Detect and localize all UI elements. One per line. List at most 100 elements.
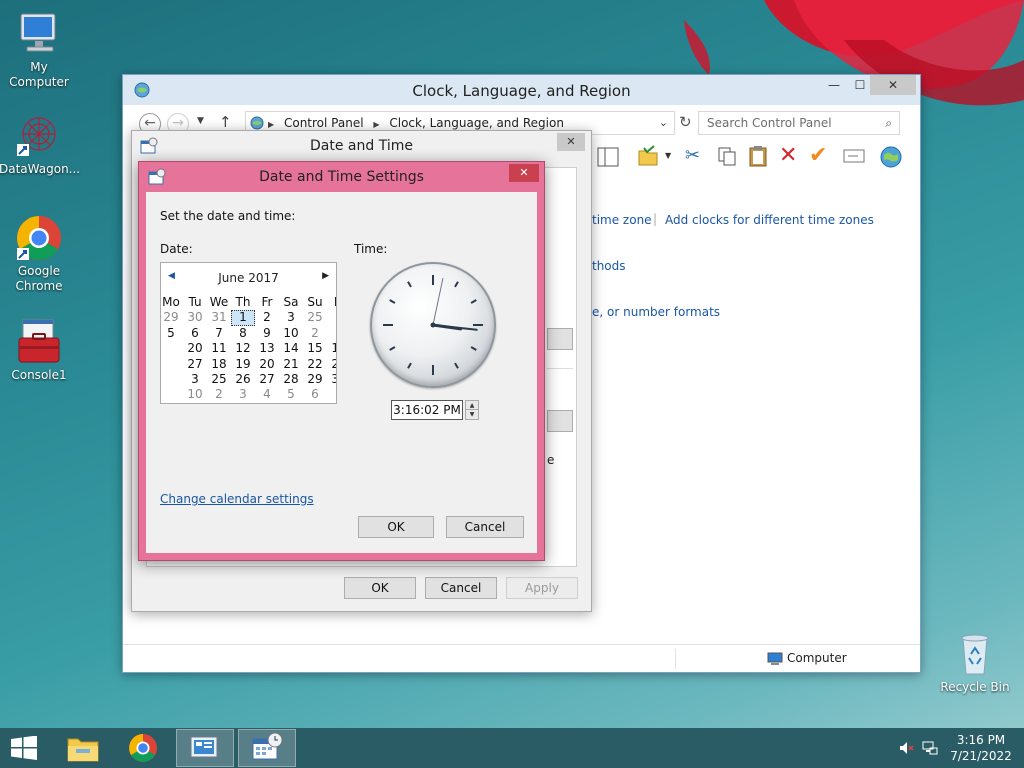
desktop-icon-google-chrome[interactable]: Google Chrome [0, 214, 79, 294]
taskbar-control-panel[interactable] [176, 729, 234, 767]
toolbar-dropdown-icon[interactable]: ▼ [665, 151, 671, 160]
date-time-apply-button[interactable]: Apply [506, 577, 578, 599]
calendar-day[interactable]: 10 [183, 387, 207, 402]
calendar-day[interactable]: 27 [183, 357, 207, 372]
calendar-day[interactable]: 25 [207, 372, 231, 387]
calendar-day[interactable]: 6 [183, 326, 207, 341]
calendar-day[interactable] [161, 372, 183, 387]
link-change-time-zone-partial[interactable]: time zone [592, 213, 652, 227]
link-add-clocks[interactable]: Add clocks for different time zones [665, 213, 874, 227]
desktop-icon-datawagon[interactable]: DataWagon... [0, 112, 80, 177]
calendar-day[interactable]: 5 [161, 326, 183, 341]
calendar-day[interactable]: 26 [231, 372, 255, 387]
link-number-formats-partial[interactable]: e, or number formats [592, 305, 720, 319]
recent-locations-dropdown-icon[interactable]: ▼ [197, 116, 204, 126]
calendar-day[interactable]: 30 [183, 310, 207, 325]
settings-cancel-button[interactable]: Cancel [446, 516, 524, 538]
taskbar-chrome[interactable] [114, 729, 172, 767]
search-input[interactable]: Search Control Panel ⌕ [698, 111, 900, 135]
paste-icon[interactable] [747, 145, 769, 170]
time-spinner[interactable]: ▲ ▼ [465, 400, 479, 420]
copy-icon[interactable] [717, 146, 737, 169]
calendar-day[interactable]: 13 [255, 341, 279, 356]
calendar-day[interactable]: 8 [231, 326, 255, 341]
time-spinner-up-icon[interactable]: ▲ [466, 401, 478, 410]
minimize-button[interactable]: — [820, 75, 848, 95]
calendar-day[interactable]: 3 [279, 310, 303, 325]
calendar-day[interactable]: 11 [207, 341, 231, 356]
calendar-day[interactable]: 29 [161, 310, 183, 325]
desktop-icon-my-computer[interactable]: My Computer [0, 10, 79, 90]
network-icon[interactable] [922, 740, 938, 759]
calendar-day[interactable]: 28 [279, 372, 303, 387]
calendar-day[interactable] [161, 357, 183, 372]
desktop-icon-console1[interactable]: Console1 [0, 318, 79, 383]
globe-icon[interactable] [879, 145, 903, 172]
rename-icon[interactable] [843, 149, 865, 166]
calendar-day[interactable]: 20 [255, 357, 279, 372]
start-button[interactable] [10, 735, 38, 760]
calendar-day[interactable]: 14 [279, 341, 303, 356]
calendar-day[interactable]: 2 [207, 387, 231, 402]
calendar-day[interactable] [161, 387, 183, 402]
delete-icon[interactable]: ✕ [779, 143, 797, 168]
calendar-day[interactable]: 9 [255, 326, 279, 341]
calendar-day[interactable]: 21 [279, 357, 303, 372]
calendar-day[interactable]: 7 [327, 387, 336, 402]
breadcrumb-item-control-panel[interactable]: Control Panel [284, 116, 364, 130]
calendar-day[interactable]: 12 [231, 341, 255, 356]
volume-muted-icon[interactable] [898, 740, 914, 759]
taskbar-clock[interactable]: 3:16 PM 7/21/2022 [948, 732, 1014, 764]
calendar-day[interactable]: 31 [207, 310, 231, 325]
calendar-day[interactable] [327, 326, 336, 341]
calendar-day[interactable]: 4 [255, 387, 279, 402]
calendar-day[interactable]: 2 [327, 310, 336, 325]
calendar-day[interactable]: 6 [303, 387, 327, 402]
date-time-cancel-button[interactable]: Cancel [425, 577, 497, 599]
calendar-day[interactable]: 30 [327, 372, 336, 387]
calendar-day[interactable]: 16 [327, 341, 336, 356]
date-time-ok-button[interactable]: OK [344, 577, 416, 599]
calendar-day[interactable]: 2 [303, 326, 327, 341]
settings-ok-button[interactable]: OK [358, 516, 434, 538]
properties-folder-icon[interactable] [637, 145, 659, 170]
calendar-day[interactable] [161, 341, 183, 356]
date-time-dialog-titlebar[interactable]: Date and Time ✕ [132, 131, 591, 160]
calendar-next-month-icon[interactable]: ▶ [322, 271, 329, 281]
desktop-icon-recycle-bin[interactable]: Recycle Bin [935, 630, 1015, 695]
up-arrow-icon[interactable]: ↑ [219, 113, 232, 131]
calendar-day[interactable]: 27 [255, 372, 279, 387]
calendar-day[interactable]: 15 [303, 341, 327, 356]
settings-dialog-close-button[interactable]: ✕ [509, 164, 539, 182]
checkmark-icon[interactable]: ✔ [809, 143, 827, 168]
calendar-day[interactable]: 19 [231, 357, 255, 372]
breadcrumb-dropdown-icon[interactable]: ⌄ [659, 112, 668, 134]
control-panel-titlebar[interactable]: Clock, Language, and Region — ☐ ✕ [123, 75, 920, 105]
calendar-day[interactable]: 5 [279, 387, 303, 402]
calendar-day[interactable]: 10 [279, 326, 303, 341]
time-spinner-down-icon[interactable]: ▼ [466, 410, 478, 419]
preview-pane-icon[interactable] [597, 147, 619, 170]
calendar-day[interactable]: 23 [327, 357, 336, 372]
taskbar-file-explorer[interactable] [54, 729, 112, 767]
calendar-day[interactable]: 20 [183, 341, 207, 356]
calendar-day[interactable]: 3 [231, 387, 255, 402]
calendar[interactable]: ◀ June 2017 ▶ MoTuWeThFrSaSuM29303112325… [160, 262, 337, 404]
calendar-day[interactable]: 18 [207, 357, 231, 372]
cut-icon[interactable]: ✂ [685, 145, 700, 166]
calendar-day[interactable]: 3 [183, 372, 207, 387]
calendar-day[interactable]: 7 [207, 326, 231, 341]
calendar-day[interactable]: 29 [303, 372, 327, 387]
time-input[interactable]: 3:16:02 PM [391, 400, 463, 420]
date-time-dialog-close-button[interactable]: ✕ [557, 133, 585, 151]
calendar-month-title[interactable]: June 2017 [161, 271, 336, 285]
refresh-icon[interactable]: ↻ [679, 113, 692, 131]
change-calendar-settings-link[interactable]: Change calendar settings [160, 492, 314, 506]
breadcrumb-item-clock-language-region[interactable]: Clock, Language, and Region [389, 116, 564, 130]
calendar-day[interactable]: 2 [255, 310, 279, 325]
calendar-day[interactable]: 22 [303, 357, 327, 372]
calendar-day[interactable]: 25 [303, 310, 327, 325]
close-button[interactable]: ✕ [870, 75, 916, 95]
taskbar-date-time[interactable] [238, 729, 296, 767]
link-input-methods-partial[interactable]: thods [592, 259, 626, 273]
